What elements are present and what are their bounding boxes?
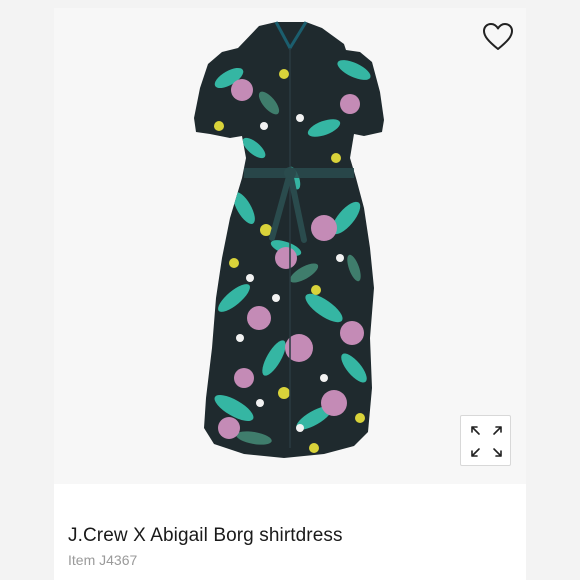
product-title: J.Crew X Abigail Borg shirtdress xyxy=(68,525,343,546)
favorite-heart-icon[interactable] xyxy=(482,22,514,52)
product-image-area[interactable] xyxy=(54,8,526,484)
product-item-number: Item J4367 xyxy=(68,552,138,568)
expand-image-button[interactable] xyxy=(460,415,511,466)
dress-image xyxy=(194,21,384,458)
expand-arrows-icon xyxy=(471,426,502,457)
